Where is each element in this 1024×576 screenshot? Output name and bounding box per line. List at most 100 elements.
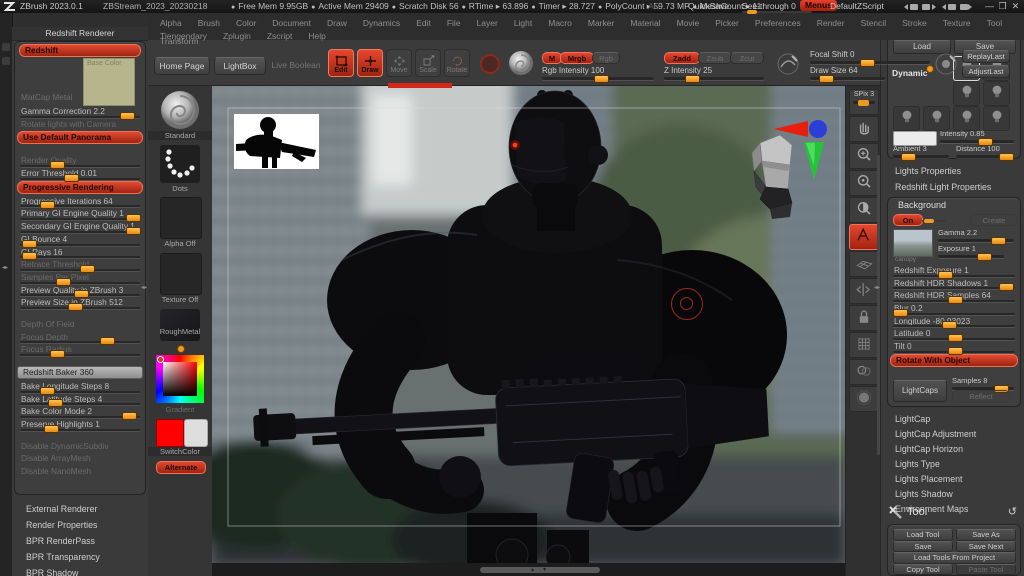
light-slot-3-4[interactable]	[983, 106, 1010, 131]
menu-file[interactable]: File	[439, 17, 469, 30]
section-lightcap[interactable]: LightCap	[881, 411, 1024, 427]
aahalf-strip-button[interactable]: AAHalf	[849, 197, 879, 223]
tool-palette-header[interactable]: Tool ↺	[881, 502, 1024, 522]
draw-size-slider[interactable]: Draw Size 64	[810, 66, 885, 80]
preview-size-in-zbrush-handle[interactable]	[68, 303, 83, 311]
menu-tool[interactable]: Tool	[979, 17, 1011, 30]
progressive-iterations-slider[interactable]: Progressive Iterations 64	[19, 195, 141, 208]
section-bpr-transparency[interactable]: BPR Transparency	[12, 549, 148, 565]
light-slot-3-2[interactable]	[923, 106, 950, 131]
section-lightcap-horizon[interactable]: LightCap Horizon	[881, 441, 1024, 457]
z-intensity-slider[interactable]: Z Intensity 25	[664, 66, 764, 80]
current-texture-thumb[interactable]	[160, 253, 202, 295]
light-slot-3-3[interactable]	[953, 106, 980, 131]
menu-render[interactable]: Render	[809, 17, 853, 30]
interface-config-icons[interactable]	[902, 2, 972, 12]
use-default-panorama-button[interactable]: Use Default Panorama	[17, 131, 143, 144]
viewport-canvas[interactable]	[212, 85, 845, 563]
color-picker[interactable]	[156, 355, 204, 403]
tilt-slider[interactable]: Tilt 0	[892, 340, 1016, 353]
menu-light[interactable]: Light	[506, 17, 540, 30]
progressive-rendering-button[interactable]: Progressive Rendering	[17, 181, 143, 194]
minimize-button[interactable]: —	[983, 0, 996, 13]
current-alpha-thumb[interactable]	[160, 197, 202, 239]
section-redshift-light-properties[interactable]: Redshift Light Properties	[881, 179, 1024, 195]
menu-help[interactable]: Help	[300, 30, 333, 43]
background-samples-slider[interactable]: Samples 8	[952, 376, 1014, 390]
secondary-color-swatch[interactable]	[184, 419, 208, 447]
current-material-thumb[interactable]	[160, 309, 200, 341]
section-render-properties[interactable]: Render Properties	[12, 517, 148, 533]
m-mode-chip[interactable]: M	[542, 52, 562, 64]
menu-material[interactable]: Material	[622, 17, 668, 30]
redshift-button[interactable]: Redshift	[19, 44, 141, 57]
section-lights-shadow[interactable]: Lights Shadow	[881, 486, 1024, 502]
redshift-baker-360-button[interactable]: Redshift Baker 360	[17, 366, 143, 379]
menu-preferences[interactable]: Preferences	[747, 17, 809, 30]
stroke-curve-icon[interactable]	[776, 52, 800, 76]
axis-gizmo[interactable]	[768, 118, 832, 190]
preserve-highlights-slider[interactable]: Preserve Highlights 1	[19, 418, 141, 431]
background-image-thumb[interactable]	[893, 229, 933, 257]
zadd-chip[interactable]: Zadd	[664, 52, 700, 64]
error-threshold-slider[interactable]: Error Threshold 0.01	[19, 167, 141, 180]
tilt-handle[interactable]	[948, 347, 963, 355]
main-color-swatch[interactable]	[156, 419, 184, 447]
edge-icon[interactable]	[2, 43, 10, 51]
alternate-button[interactable]: Alternate	[156, 461, 206, 474]
redshift-panel-title[interactable]: Redshift Renderer	[12, 27, 148, 41]
secondary-gi-engine-quality-slider[interactable]: Secondary GI Engine Quality 1	[19, 220, 141, 233]
rgb-intensity-slider[interactable]: Rgb Intensity 100	[542, 66, 654, 80]
light-intensity-slider[interactable]: Intensity 0.85	[940, 129, 1014, 143]
light-ambient-slider[interactable]: Ambient 3	[893, 144, 949, 158]
light-distance-slider[interactable]: Distance 100	[956, 144, 1014, 158]
replay-last-button[interactable]: ReplayLast	[962, 50, 1010, 63]
lightcaps-button[interactable]: LightCaps	[893, 380, 947, 402]
background-on-chip[interactable]: On	[893, 214, 923, 226]
dynamic-label[interactable]: Dynamic	[892, 68, 927, 78]
menu-picker[interactable]: Picker	[707, 17, 747, 30]
gi-bounce-slider[interactable]: GI Bounce 4	[19, 233, 141, 246]
current-stroke-icon[interactable]	[160, 145, 200, 183]
section-lights-placement[interactable]: Lights Placement	[881, 471, 1024, 487]
switch-color-label[interactable]: SwitchColor	[148, 447, 212, 456]
preview-quality-in-zbrush-slider[interactable]: Preview Quality in ZBrush 3	[19, 284, 141, 297]
base-color-swatch[interactable]: Base Color	[83, 58, 135, 106]
default-zscript-button[interactable]: DefaultZScript	[830, 0, 884, 13]
section-lights-properties[interactable]: Lights Properties	[881, 163, 1024, 179]
primary-gi-engine-quality-slider[interactable]: Primary GI Engine Quality 1	[19, 207, 141, 220]
error-threshold-handle[interactable]	[64, 174, 79, 182]
close-button[interactable]: ✕	[1009, 0, 1022, 13]
load-tools-from-project-button[interactable]: Load Tools From Project	[893, 552, 1016, 564]
bake-latitude-steps-slider[interactable]: Bake Latitude Steps 4	[19, 393, 141, 406]
z-axis-sphere[interactable]	[809, 120, 827, 138]
see-through-track[interactable]	[742, 11, 812, 13]
color-sv-square[interactable]	[163, 362, 197, 396]
scroll-down-arrow[interactable]: ▼	[542, 567, 547, 573]
light-slot-2-4[interactable]	[983, 81, 1010, 106]
menu-stroke[interactable]: Stroke	[894, 17, 935, 30]
background-title[interactable]: Background	[898, 200, 946, 210]
zoom-strip-button[interactable]: Zoom	[849, 143, 879, 169]
adjust-last-button[interactable]: AdjustLast	[962, 65, 1010, 78]
background-gamma-slider[interactable]: Gamma 2.2	[938, 228, 1014, 242]
save-as-button[interactable]: Save As	[956, 529, 1016, 541]
preview-size-in-zbrush-slider[interactable]: Preview Size in ZBrush 512	[19, 296, 141, 309]
menu-movie[interactable]: Movie	[669, 17, 708, 30]
tool-reset-icon[interactable]: ↺	[1008, 502, 1017, 522]
scroll-strip-button[interactable]: Scroll	[849, 116, 879, 142]
scroll-up-arrow[interactable]: ▲	[530, 567, 535, 573]
background-exposure-slider[interactable]: Exposure 1	[938, 244, 1004, 258]
preserve-highlights-handle[interactable]	[44, 425, 59, 433]
draw-button[interactable]: Draw	[357, 49, 383, 77]
menu-macro[interactable]: Macro	[540, 17, 580, 30]
latitude-slider[interactable]: Latitude 0	[892, 327, 1016, 340]
load-tool-button[interactable]: Load Tool	[893, 529, 953, 541]
redshift-hdr-samples-slider[interactable]: Redshift HDR Samples 64	[892, 289, 1016, 302]
material-sphere-icon[interactable]	[508, 50, 534, 76]
bake-longitude-steps-slider[interactable]: Bake Longitude Steps 8	[19, 380, 141, 393]
edge-icon[interactable]	[2, 57, 10, 65]
home-page-button[interactable]: Home Page	[154, 57, 210, 75]
lightbox-button[interactable]: LightBox	[214, 57, 266, 75]
tray-divider-handle[interactable]: ◂▸	[141, 285, 147, 291]
